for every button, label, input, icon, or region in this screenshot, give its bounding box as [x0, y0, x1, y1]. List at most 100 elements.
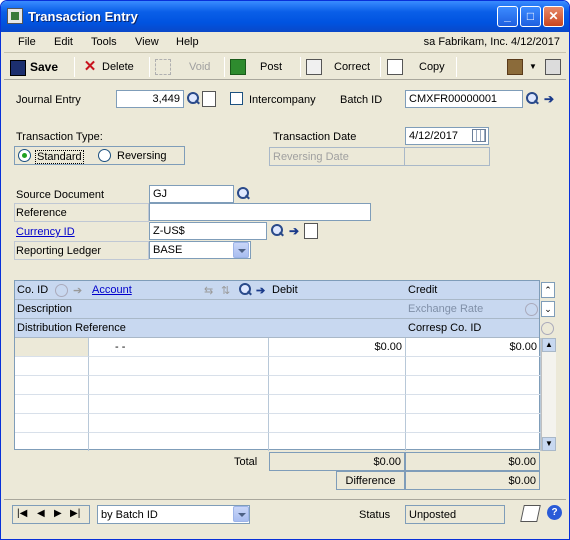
table-row-cell[interactable]: $0.00	[406, 338, 541, 357]
table-row[interactable]	[406, 376, 541, 395]
total-credit-value: $0.00	[405, 452, 540, 471]
currency-id-field[interactable]: Z-US$	[149, 222, 267, 240]
difference-value: $0.00	[405, 471, 540, 490]
menu-edit[interactable]: Edit	[54, 36, 73, 48]
grid-header-row-2: Description Exchange Rate ⌄	[15, 300, 555, 319]
sort-by-dropdown-icon[interactable]	[233, 506, 249, 522]
table-row-cell[interactable]: $0.00	[269, 338, 406, 357]
journal-entry-field[interactable]: 3,449	[116, 90, 184, 108]
table-row[interactable]	[269, 433, 406, 451]
title-bar: Transaction Entry _ □ ✕	[1, 1, 569, 32]
table-row[interactable]	[406, 395, 541, 414]
new-note-icon[interactable]	[202, 91, 216, 107]
currency-id-link[interactable]: Currency ID	[16, 226, 75, 238]
correct-button[interactable]: Correct	[306, 58, 370, 76]
account-format-icon[interactable]: ⇆	[204, 284, 213, 297]
previous-record-icon[interactable]: ◀	[37, 508, 45, 519]
calendar-icon[interactable]	[472, 129, 486, 142]
table-row[interactable]	[269, 357, 406, 376]
table-row[interactable]	[406, 433, 541, 451]
table-row[interactable]	[406, 357, 541, 376]
post-icon	[230, 59, 246, 76]
account-expand-arrow-icon[interactable]: ➔	[256, 284, 265, 297]
intercompany-checkbox[interactable]	[230, 92, 243, 105]
sort-by-select[interactable]: by Batch ID	[97, 505, 250, 524]
table-row[interactable]	[89, 376, 269, 395]
account-lookup-icon[interactable]	[237, 282, 253, 298]
post-button[interactable]: Post	[230, 58, 282, 76]
reversing-radio[interactable]	[98, 149, 111, 162]
account-sort-icon[interactable]: ⇅	[221, 284, 230, 297]
collapse-rows-icon[interactable]: ⌃	[541, 282, 555, 298]
app-icon	[7, 8, 23, 24]
help-icon[interactable]: ?	[547, 505, 562, 520]
table-row[interactable]	[15, 414, 89, 433]
void-icon	[155, 59, 171, 76]
table-row[interactable]	[269, 414, 406, 433]
floppy-icon	[10, 59, 26, 76]
table-row-cell[interactable]	[15, 338, 89, 357]
table-row[interactable]	[269, 395, 406, 414]
batch-id-field[interactable]: CMXFR00000001	[405, 90, 523, 108]
minimize-button[interactable]: _	[497, 6, 518, 27]
source-document-lookup-icon[interactable]	[235, 186, 251, 202]
table-row[interactable]	[89, 357, 269, 376]
menu-view[interactable]: View	[135, 36, 159, 48]
table-row[interactable]	[89, 395, 269, 414]
options-button[interactable]	[507, 58, 527, 76]
table-row-cell[interactable]: - -	[89, 338, 269, 357]
reference-label: Reference	[16, 207, 67, 219]
options-dropdown-icon[interactable]: ▼	[529, 58, 537, 76]
next-record-icon[interactable]: ▶	[54, 508, 62, 519]
menu-file[interactable]: File	[18, 36, 36, 48]
standard-radio[interactable]	[18, 149, 31, 162]
scroll-down-icon[interactable]: ▼	[542, 437, 556, 451]
close-button[interactable]: ✕	[543, 6, 564, 27]
source-document-field[interactable]: GJ	[149, 185, 234, 203]
table-row[interactable]	[406, 414, 541, 433]
reference-field[interactable]	[149, 203, 371, 221]
reversing-label: Reversing	[117, 150, 167, 162]
batch-id-lookup-icon[interactable]	[524, 91, 540, 107]
table-row[interactable]	[15, 357, 89, 376]
standard-label: Standard	[35, 150, 84, 164]
delete-button[interactable]: ✕ Delete	[82, 58, 134, 76]
expand-rows-icon[interactable]: ⌄	[541, 301, 555, 317]
note-icon[interactable]	[520, 505, 541, 522]
currency-note-icon[interactable]	[304, 223, 318, 239]
journal-entry-lookup-icon[interactable]	[185, 91, 201, 107]
copy-button[interactable]: Copy	[387, 58, 445, 76]
user-company-date: sa Fabrikam, Inc. 4/12/2017	[423, 36, 560, 48]
currency-expand-arrow-icon[interactable]: ➔	[286, 223, 302, 239]
scroll-up-icon[interactable]: ▲	[542, 338, 556, 352]
table-row[interactable]	[15, 395, 89, 414]
void-button[interactable]: Void	[155, 58, 210, 76]
exchange-rate-icon[interactable]	[525, 303, 538, 316]
menu-tools[interactable]: Tools	[91, 36, 117, 48]
last-record-icon[interactable]: ▶|	[70, 508, 80, 519]
total-label: Total	[234, 456, 258, 468]
co-id-arrow-icon[interactable]: ➔	[73, 284, 82, 297]
table-row[interactable]	[15, 376, 89, 395]
delete-x-icon: ✕	[83, 58, 97, 76]
table-row[interactable]	[89, 414, 269, 433]
table-row[interactable]	[15, 433, 89, 451]
corresp-co-lookup-icon[interactable]	[541, 322, 554, 335]
table-row[interactable]	[269, 376, 406, 395]
currency-lookup-icon[interactable]	[269, 223, 285, 239]
table-row[interactable]	[89, 433, 269, 451]
maximize-button[interactable]: □	[520, 6, 541, 27]
grid-header-row-3: Distribution Reference Corresp Co. ID	[15, 319, 554, 338]
print-button[interactable]	[545, 58, 565, 76]
reversing-date-field	[404, 147, 490, 166]
reporting-ledger-dropdown-icon[interactable]	[233, 242, 249, 258]
co-id-lookup-icon[interactable]	[55, 284, 68, 297]
menu-bar: File Edit Tools View Help sa Fabrikam, I…	[4, 32, 566, 53]
save-button[interactable]: Save	[10, 58, 58, 76]
batch-id-expand-arrow-icon[interactable]: ➔	[541, 91, 557, 107]
grid-scrollbar[interactable]: ▲ ▼	[541, 338, 556, 451]
first-record-icon[interactable]: |◀	[17, 508, 27, 519]
options-icon	[507, 59, 523, 76]
col-account-link[interactable]: Account	[92, 284, 132, 296]
menu-help[interactable]: Help	[176, 36, 199, 48]
